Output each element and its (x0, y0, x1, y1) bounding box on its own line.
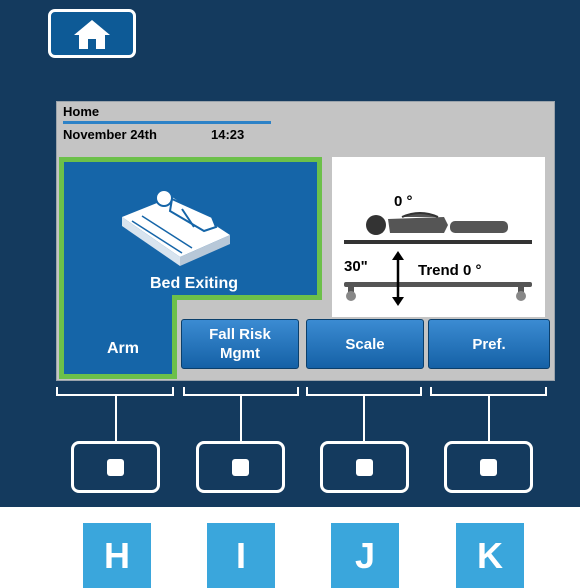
bed-patient-icon (122, 189, 230, 266)
display-screen: Home November 24th 14:23 Bed Exiting Arm (56, 101, 555, 381)
button-pip (356, 458, 373, 476)
key-label-j: J (331, 523, 399, 588)
connector-stem (240, 396, 242, 441)
title-underline (63, 121, 271, 124)
patient-angle-icon (344, 212, 532, 306)
angle-readout: 0 ° (394, 193, 413, 210)
angle-trend-panel: 0 ° 30" Trend 0 ° (332, 157, 545, 317)
hardware-button-k[interactable] (444, 441, 533, 493)
time-window-readout: 30" (344, 258, 368, 275)
connector-bracket (306, 387, 422, 396)
control-panel: Home November 24th 14:23 Bed Exiting Arm (0, 0, 580, 507)
arm-label: Arm (106, 340, 139, 357)
fall-risk-mgmt-button[interactable]: Fall Risk Mgmt (181, 319, 299, 369)
key-label-k: K (456, 523, 524, 588)
date-readout: November 24th (63, 127, 157, 142)
hardware-button-i[interactable] (196, 441, 285, 493)
connector-stem (363, 396, 365, 441)
pref-button[interactable]: Pref. (428, 319, 550, 369)
connector-bracket (430, 387, 547, 396)
button-pip (107, 458, 124, 476)
hardware-button-j[interactable] (320, 441, 409, 493)
home-icon (74, 19, 110, 49)
trend-readout: Trend 0 ° (418, 262, 482, 279)
connector-bracket (56, 387, 174, 396)
home-button[interactable] (48, 9, 136, 58)
key-label-i: I (207, 523, 275, 588)
key-label-h: H (83, 523, 151, 588)
button-pip (480, 458, 497, 476)
bed-exiting-label: Bed Exiting (149, 275, 238, 292)
button-pip (232, 458, 249, 476)
connector-stem (115, 396, 117, 441)
connector-bracket (183, 387, 299, 396)
hardware-button-h[interactable] (71, 441, 160, 493)
scale-button[interactable]: Scale (306, 319, 424, 369)
screen-title: Home (63, 104, 100, 119)
connector-stem (488, 396, 490, 441)
time-readout: 14:23 (211, 127, 245, 142)
